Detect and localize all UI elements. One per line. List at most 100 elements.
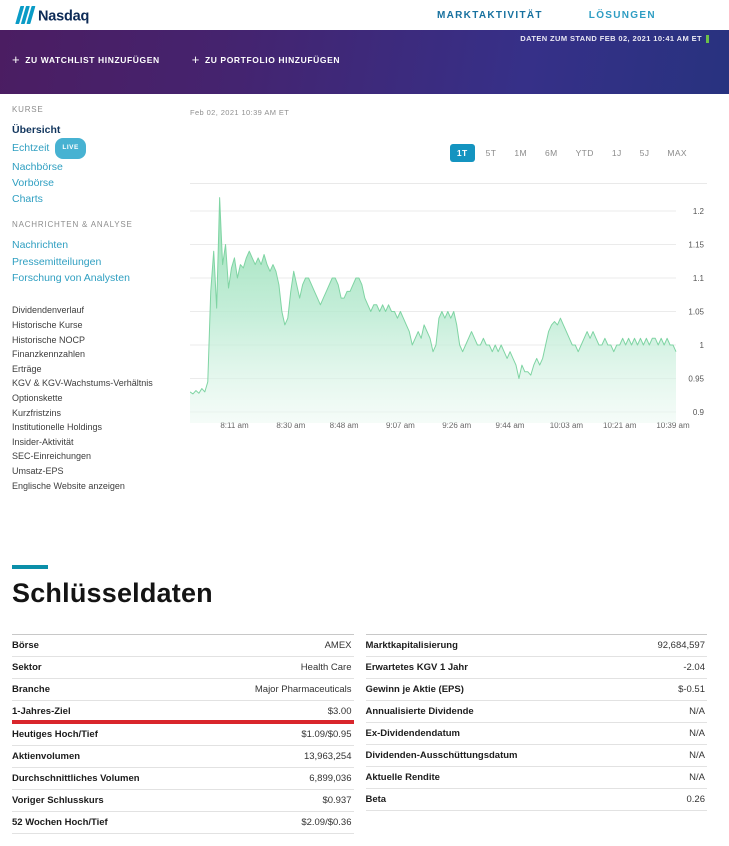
range-button-ytd[interactable]: YTD [569,144,601,162]
table-row: Marktkapitalisierung 92,684,597 [365,635,707,657]
row-label: Marktkapitalisierung [365,640,458,651]
range-button-6m[interactable]: 6M [538,144,565,162]
svg-text:1.15: 1.15 [688,241,704,250]
sidebar-section-title: KURSE [12,105,44,114]
data-as-of-text: DATEN ZUM STAND FEB 02, 2021 10:41 AM ET [520,34,702,43]
sidebar-link-kurzfristzins[interactable]: Kurzfristzins [12,406,184,421]
table-row: 52 Wochen Hoch/Tief $2.09/$0.36 [12,812,354,834]
top-nav: MARKTAKTIVITÄT LÖSUNGEN [437,0,656,30]
nasdaq-logo[interactable]: Nasdaq [12,4,104,26]
table-row: Dividenden-Ausschüttungsdatum N/A [365,745,707,767]
price-chart-svg[interactable]: 1.21.151.11.0510.950.98:11 am 8:30 am 8:48… [190,183,707,435]
key-data-tables: Börse AMEX Sektor Health Care Branche Major P… [12,634,707,834]
range-button-max[interactable]: MAX [660,144,694,162]
table-row: Aktienvolumen 13,963,254 [12,746,354,768]
chart-timestamp: Feb 02, 2021 10:39 AM ET [190,108,290,117]
row-label: Voriger Schlusskurs [12,795,104,806]
row-value: AMEX [324,640,352,651]
row-value: Major Pharmaceuticals [254,684,352,695]
sidebar: KURSE Übersicht Echtzeit LIVE Nachbörse Vorbö… [12,105,184,493]
row-value: $1.09/$0.95 [301,729,352,740]
row-value: 0.26 [686,794,706,805]
nasdaq-ribbon-icon: Nasdaq [15,6,89,25]
sidebar-link-historische-kurse[interactable]: Historische Kurse [12,318,184,333]
row-value: $-0.51 [678,684,705,695]
row-value: 13,963,254 [303,751,352,762]
row-label: Branche [12,684,51,695]
chart-range-selector: 1T 5T 1M 6M YTD 1J 5J MAX [449,144,694,162]
table-row: Branche Major Pharmaceuticals [12,679,354,701]
nav-marktaktivitaet[interactable]: MARKTAKTIVITÄT [437,10,543,21]
live-indicator-icon [706,34,709,43]
stock-banner: DATEN ZUM STAND FEB 02, 2021 10:41 AM ET… [0,30,729,94]
row-label: Heutiges Hoch/Tief [12,729,98,740]
site-header: Nasdaq MARKTAKTIVITÄT LÖSUNGEN [0,0,729,30]
sidebar-section-title: NACHRICHTEN & ANALYSE [12,220,133,230]
sidebar-section-nachrichten-analyse: NACHRICHTEN & ANALYSE Nachrichten Pressemi… [12,220,184,286]
nav-loesungen[interactable]: LÖSUNGEN [589,10,656,21]
range-button-1j[interactable]: 1J [605,144,629,162]
key-data-table-left: Börse AMEX Sektor Health Care Branche Major P… [12,634,354,834]
sidebar-section-kurse: KURSE Übersicht Echtzeit LIVE Nachbörse Vorbö… [12,105,184,207]
sidebar-item-forschung-von-analysten[interactable]: Forschung von Analysten [12,270,184,286]
row-label: Annualisierte Dividende [365,706,474,717]
range-button-1t[interactable]: 1T [449,144,475,162]
sidebar-item-nachrichten[interactable]: Nachrichten [12,237,184,253]
sidebar-link-finanzkennzahlen[interactable]: Finanzkennzahlen [12,347,184,362]
range-button-5t[interactable]: 5T [479,144,504,162]
row-label: Gewinn je Aktie (EPS) [365,684,464,695]
sidebar-item-pressemitteilungen[interactable]: Pressemitteilungen [12,254,184,270]
sidebar-link-kgv-kgv-wachstums-verhältnis[interactable]: KGV & KGV-Wachstums-Verhältnis [12,376,184,391]
sidebar-link-dividendenverlauf[interactable]: Dividendenverlauf [12,303,184,318]
table-row: Beta 0.26 [365,789,707,811]
table-row: Erwartetes KGV 1 Jahr -2.04 [365,657,707,679]
add-to-watchlist-button[interactable]: + ZU WATCHLIST HINZUFÜGEN [12,52,160,67]
sidebar-link-institutionelle-holdings[interactable]: Institutionelle Holdings [12,420,184,435]
svg-text:1: 1 [700,341,705,350]
plus-icon: + [12,52,21,67]
brand-wordmark: Nasdaq [38,9,89,25]
add-to-portfolio-button[interactable]: + ZU PORTFOLIO HINZUFÜGEN [192,53,340,66]
svg-text:0.95: 0.95 [688,375,704,384]
sidebar-link-umsatz-eps[interactable]: Umsatz-EPS [12,464,184,479]
row-value: 92,684,597 [657,640,705,651]
section-accent-bar [12,565,48,569]
row-label: Aktuelle Rendite [365,772,440,783]
data-as-of: DATEN ZUM STAND FEB 02, 2021 10:41 AM ET [520,34,709,43]
table-row: Aktuelle Rendite N/A [365,767,707,789]
table-row: 1-Jahres-Ziel $3.00 [12,701,354,724]
sidebar-item-label: Pressemitteilungen [12,255,102,268]
table-row: Durchschnittliches Volumen 6,899,036 [12,768,354,790]
table-row: Sektor Health Care [12,657,354,679]
sidebar-link-optionskette[interactable]: Optionskette [12,391,184,406]
sidebar-link-historische-nocp[interactable]: Historische NOCP [12,333,184,348]
row-label: Börse [12,640,39,651]
sidebar-item-vorbörse[interactable]: Vorbörse [12,175,184,191]
range-button-1m[interactable]: 1M [507,144,534,162]
row-label: Ex-Dividendendatum [365,728,461,739]
sidebar-links: Dividendenverlauf Historische Kurse Histor… [12,303,184,493]
sidebar-link-insider-aktivität[interactable]: Insider-Aktivität [12,435,184,450]
sidebar-link-erträge[interactable]: Erträge [12,362,184,377]
sidebar-link-sec-einreichungen[interactable]: SEC-Einreichungen [12,449,184,464]
row-label: Durchschnittliches Volumen [12,773,140,784]
row-value: $2.09/$0.36 [301,817,352,828]
sidebar-item-nachbörse[interactable]: Nachbörse [12,159,184,175]
sidebar-item-echtzeit[interactable]: Echtzeit LIVE [12,138,184,159]
row-label: Aktienvolumen [12,751,81,762]
chart-section: Feb 02, 2021 10:39 AM ET 1T 5T 1M 6M YTD 1J 5J… [190,108,707,438]
live-badge: LIVE [55,138,86,159]
key-data-table-right: Marktkapitalisierung 92,684,597 Erwartetes… [365,634,707,834]
range-button-5j[interactable]: 5J [633,144,657,162]
sidebar-item-label: Nachbörse [12,160,63,173]
sidebar-item-übersicht[interactable]: Übersicht [12,122,184,138]
sidebar-item-label: Forschung von Analysten [12,272,130,285]
sidebar-item-label: Nachrichten [12,239,69,252]
add-to-watchlist-label: ZU WATCHLIST HINZUFÜGEN [25,55,160,65]
table-row: Ex-Dividendendatum N/A [365,723,707,745]
row-label: Sektor [12,662,42,673]
table-row: Börse AMEX [12,635,354,657]
row-value: N/A [689,772,705,783]
sidebar-link-englische-website-anzeigen[interactable]: Englische Website anzeigen [12,479,184,494]
sidebar-item-charts[interactable]: Charts [12,191,184,207]
